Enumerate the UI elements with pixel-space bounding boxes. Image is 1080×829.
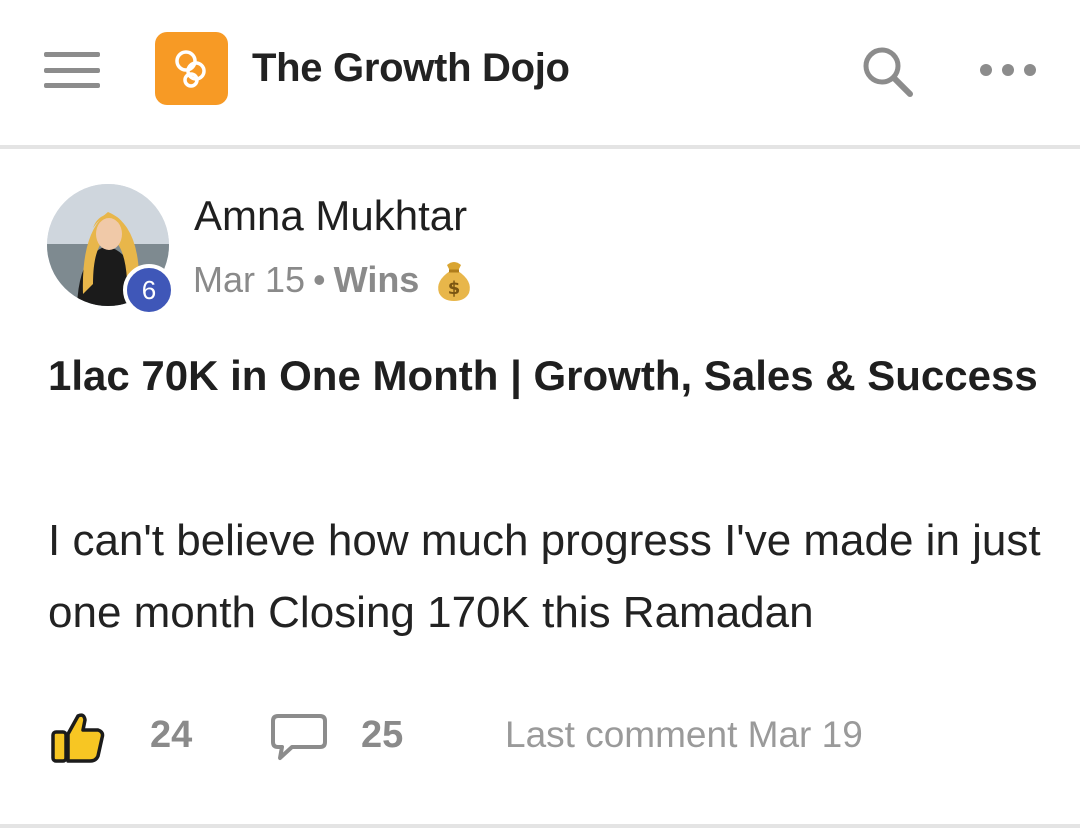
more-icon[interactable] — [980, 60, 1036, 80]
post-date: Mar 15 — [193, 259, 306, 300]
post-title[interactable]: 1lac 70K in One Month | Growth, Sales & … — [48, 340, 1048, 411]
level-badge: 6 — [123, 264, 175, 316]
comment-count: 25 — [361, 714, 404, 756]
author-avatar[interactable]: 6 — [47, 184, 175, 316]
money-bag-icon: $ — [431, 257, 477, 303]
header-divider — [0, 145, 1080, 149]
post-divider — [0, 824, 1080, 828]
comment-icon[interactable] — [270, 712, 328, 762]
community-logo[interactable] — [155, 32, 228, 105]
last-comment-info: Last comment Mar 19 — [505, 714, 863, 755]
post-category[interactable]: Wins — [334, 256, 420, 304]
post-body[interactable]: I can't believe how much progress I've m… — [48, 505, 1058, 649]
app-header: The Growth Dojo — [0, 0, 1080, 146]
like-count: 24 — [150, 714, 193, 756]
menu-icon[interactable] — [44, 52, 100, 88]
link-rings-icon — [174, 49, 206, 88]
svg-text:$: $ — [448, 278, 461, 299]
search-icon[interactable] — [858, 42, 918, 102]
app-title: The Growth Dojo — [252, 46, 570, 90]
post-meta: Mar 15 • Wins $ — [193, 256, 477, 304]
meta-separator: • — [313, 259, 326, 300]
author-name[interactable]: Amna Mukhtar — [194, 190, 467, 242]
thumbs-up-icon[interactable] — [50, 710, 106, 764]
post-actions: 24 25 Last comment Mar 19 — [0, 700, 1080, 772]
